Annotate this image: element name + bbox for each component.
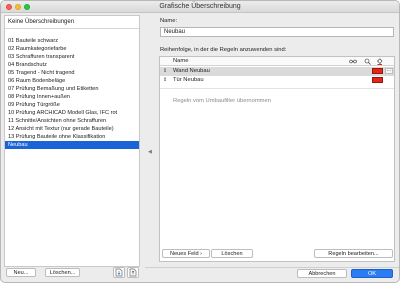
override-list-item[interactable]: 03 Schraffuren transparent [5, 53, 139, 61]
override-list-item[interactable]: 05 Tragend - Nicht tragend [5, 69, 139, 77]
new-button[interactable]: Neu... [6, 268, 36, 277]
glasses-column-icon [349, 58, 357, 66]
override-list-panel: Keine Überschreibungen 01 Bauteile schwa… [4, 15, 140, 267]
no-override-item[interactable]: Keine Überschreibungen [8, 19, 74, 25]
override-list-item[interactable]: 09 Prüfung Türgröße [5, 101, 139, 109]
delete-rule-button[interactable]: Löschen [211, 249, 253, 258]
rule-row[interactable]: ⇕ Tür Neubau [160, 76, 394, 85]
drag-handle-icon[interactable]: ⇕ [163, 68, 167, 74]
divider [160, 88, 394, 89]
pane-splitter[interactable] [143, 15, 149, 267]
divider [5, 28, 139, 29]
name-field[interactable]: Neubau [160, 27, 394, 37]
order-label: Reihenfolge, in der die Regeln anzuwende… [160, 47, 287, 53]
override-list-item[interactable]: 01 Bauteile schwarz [5, 37, 139, 45]
new-field-label: Neues Feld [169, 251, 199, 257]
dialog-window: Grafische Überschreibung Keine Überschre… [0, 0, 400, 283]
window-title: Grafische Überschreibung [159, 3, 241, 10]
chevron-right-icon: › [200, 251, 203, 257]
ok-button[interactable]: OK [351, 269, 393, 278]
inherited-rules-label: Regeln vom Umbaufilter übernommen [173, 98, 271, 104]
export-icon [129, 268, 137, 277]
export-button[interactable] [127, 267, 139, 278]
override-list-item[interactable]: 04 Brandschutz [5, 61, 139, 69]
override-list: 01 Bauteile schwarz 02 Raumkategoriefarbe… [5, 37, 139, 149]
override-list-item[interactable]: 11 Schnitte/Ansichten ohne Schraffuren [5, 117, 139, 125]
new-field-button[interactable]: Neues Feld › [162, 249, 210, 258]
title-bar: Grafische Überschreibung [1, 1, 399, 13]
left-toolbar: Neu... Löschen... [4, 267, 140, 281]
override-list-item[interactable]: 08 Prüfung Innen+außen [5, 93, 139, 101]
drag-handle-icon[interactable]: ⇕ [163, 77, 167, 83]
fill-column-icon [376, 58, 383, 67]
override-list-item[interactable]: 12 Ansicht mit Textur (nur gerade Bautei… [5, 125, 139, 133]
override-list-item[interactable]: 02 Raumkategoriefarbe [5, 45, 139, 53]
cancel-button[interactable]: Abbrechen [297, 269, 347, 278]
edit-rules-button[interactable]: Regeln bearbeiten... [314, 249, 393, 258]
divider [145, 267, 399, 268]
override-list-item[interactable]: 06 Raum Bodenbeläge [5, 77, 139, 85]
rule-name: Tür Neubau [173, 77, 204, 83]
column-header-name: Name [173, 58, 189, 64]
name-label: Name: [160, 18, 178, 24]
collapse-arrow-icon[interactable]: ◀ [148, 149, 152, 155]
color-swatch[interactable] [372, 68, 383, 74]
override-list-item[interactable]: Neubau [5, 141, 139, 149]
rule-row[interactable]: ⇕ Wand Neubau ... [160, 67, 394, 76]
table-header: Name [160, 57, 394, 66]
override-list-item[interactable]: 10 Prüfung ARCHICAD Modell Glas, IFC rot [5, 109, 139, 117]
import-button[interactable] [113, 267, 125, 278]
override-list-item[interactable]: 07 Prüfung Bemaßung und Etiketten [5, 85, 139, 93]
rules-table: Name ⇕ Wand Neubau ... ⇕ Tür Neubau Rege… [159, 56, 395, 262]
import-icon [115, 268, 123, 277]
override-list-item[interactable]: 13 Prüfung Bauteile ohne Klassifikation [5, 133, 139, 141]
pen-column-icon [364, 58, 371, 67]
color-swatch[interactable] [372, 77, 383, 83]
delete-button[interactable]: Löschen... [45, 268, 80, 277]
more-button[interactable]: ... [385, 68, 393, 74]
rule-name: Wand Neubau [173, 68, 210, 74]
